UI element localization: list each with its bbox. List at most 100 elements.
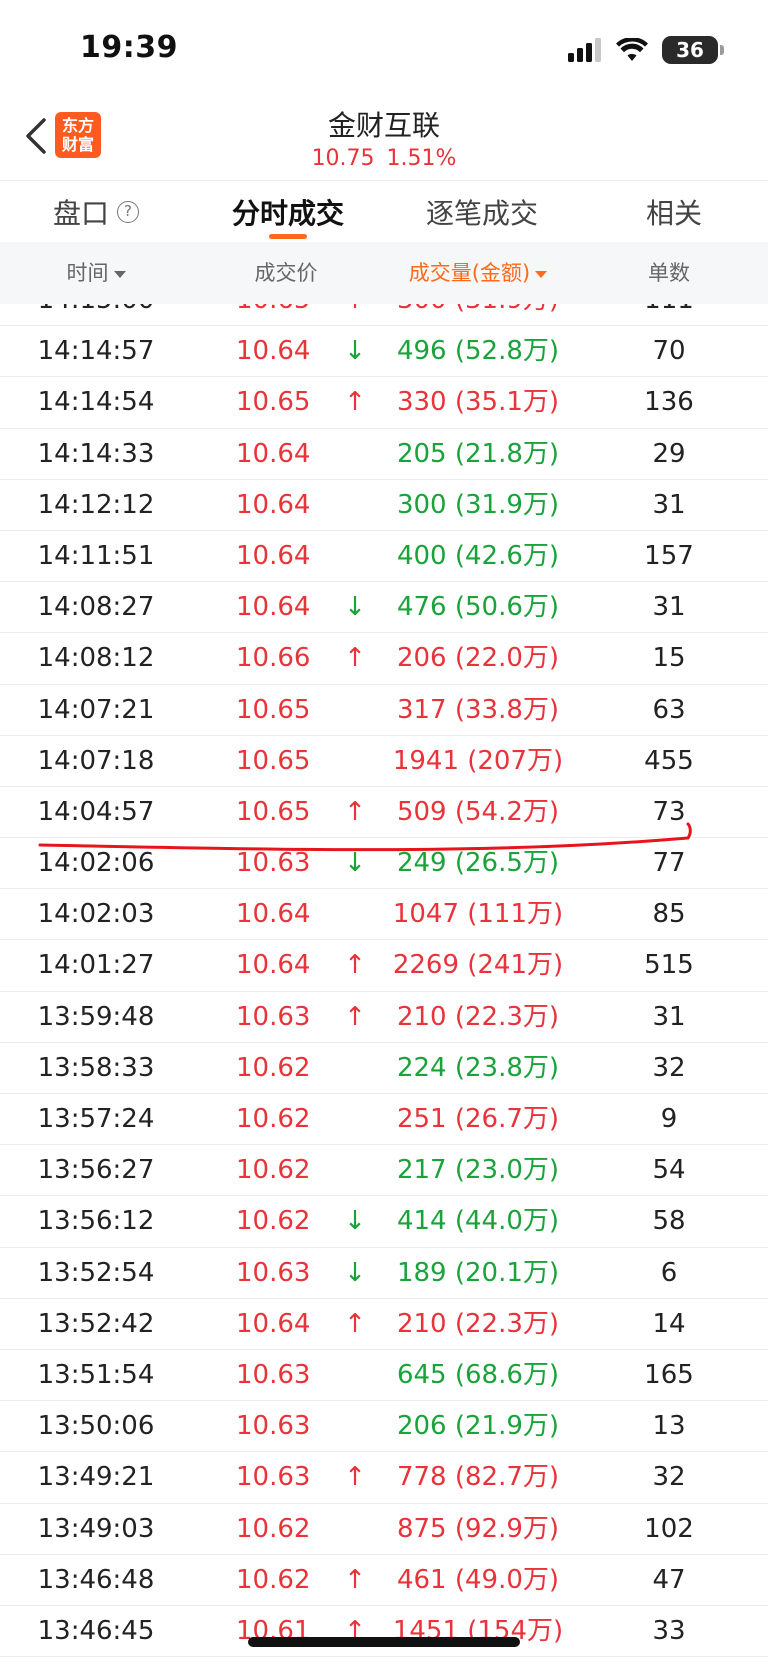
trade-time: 13:58:33 [37,1052,155,1083]
trade-count: 111 [610,304,728,326]
trade-count: 33 [652,1615,686,1646]
trade-volume: 317 (33.8万) [396,694,560,725]
trade-volume: 875 (92.9万) [396,1513,560,1544]
arrow-up-icon [340,736,370,787]
trade-count: 165 [644,1359,694,1390]
column-price-label: 成交价 [254,261,318,285]
nav-header: 东方 财富 金财互联 10.75 1.51% [0,100,768,180]
tab-time-trades-label: 分时成交 [231,197,344,230]
tab-related-label: 相关 [645,197,702,230]
arrow-up-icon [340,1350,370,1401]
tab-pankou[interactable]: 盘口 ? [0,181,192,243]
column-header: 时间 成交价 成交量(金额) 单数 [0,242,768,304]
battery-level: 36 [676,38,704,62]
arrow-up-icon: ↑ [340,304,370,326]
table-row: 13:46:45 10.61 ↑ 1451 (154万) 33 [0,1606,768,1658]
trade-price: 10.64 [236,592,311,623]
arrow-up-icon [340,1504,370,1555]
stock-name: 金财互联 [327,109,440,142]
trade-price: 10.64 [236,1308,311,1339]
trade-time: 13:52:42 [37,1308,155,1339]
table-row: 13:59:48 10.63 ↑ 210 (22.3万) 31 [0,992,768,1043]
tab-related[interactable]: 相关 [580,181,768,243]
trade-time: 13:52:54 [37,1257,155,1288]
trade-time: 14:01:27 [37,950,155,981]
trade-volume: 476 (50.6万) [396,592,560,623]
trade-count: 515 [644,950,694,981]
trade-volume: 249 (26.5万) [396,848,560,879]
trade-count: 157 [644,540,694,571]
arrow-up-icon [340,685,370,736]
trade-volume: 210 (22.3万) [396,1308,560,1339]
trade-time: 13:46:48 [37,1564,155,1595]
trade-time: 14:12:12 [37,489,155,520]
tab-tick-trades-label: 逐笔成交 [425,197,538,230]
trade-list[interactable]: 14:15:0010.65↑300 (31.9万)11114:14:5710.6… [0,304,768,1664]
trade-count: 70 [652,336,686,367]
arrow-up-icon: ↑ [344,950,366,981]
table-row: 14:12:12 10.64 300 (31.9万) 31 [0,480,768,531]
trade-price: 10.63 [236,1411,311,1442]
trade-price: 10.64 [236,489,311,520]
trade-price: 10.64 [236,336,311,367]
trade-price: 10.65 [236,745,311,776]
trade-price: 10.64 [236,899,311,930]
trade-time: 14:15:00 [0,304,192,326]
stock-price: 10.75 [311,146,375,171]
trade-time: 13:56:12 [37,1206,155,1237]
trade-price: 10.62 [236,1155,311,1186]
trade-count: 54 [652,1155,686,1186]
table-row: 13:50:06 10.63 206 (21.9万) 13 [0,1401,768,1453]
table-row: 13:49:21 10.63 ↑ 778 (82.7万) 32 [0,1452,768,1504]
trade-price: 10.66 [236,643,311,674]
table-row: 13:56:12 10.62 ↓ 414 (44.0万) 58 [0,1196,768,1248]
trade-volume: 210 (22.3万) [396,1001,560,1032]
trade-count: 9 [660,1104,678,1134]
trade-volume: 300 (31.9万) [378,304,578,326]
trade-price: 10.61 [236,1615,311,1646]
trade-count: 58 [652,1206,686,1237]
arrow-up-icon: ↑ [344,387,366,418]
table-row: 14:07:18 10.65 1941 (207万) 455 [0,736,768,787]
table-row: 13:57:24 10.62 251 (26.7万) 9 [0,1094,768,1146]
trade-count: 29 [652,438,686,469]
arrow-up-icon: ↑ [344,643,366,674]
trade-price: 10.65 [236,694,311,725]
column-time-sort[interactable]: 时间 [0,242,192,304]
trade-price: 10.63 [236,1001,311,1032]
trade-time: 14:07:21 [37,694,155,725]
table-row: 14:14:54 10.65 ↑ 330 (35.1万) 136 [0,377,768,429]
trade-price: 10.63 [236,848,311,879]
trade-count: 13 [652,1411,686,1442]
trade-count: 47 [652,1564,686,1595]
column-volume-label: 成交量(金额) [408,261,531,285]
trade-volume: 206 (21.9万) [396,1411,560,1442]
trade-time: 13:59:48 [37,1001,155,1032]
table-row: 14:08:12 10.66 ↑ 206 (22.0万) 15 [0,633,768,685]
sort-caret-icon [535,270,548,278]
tab-bar: 盘口 ? 分时成交 逐笔成交 相关 [0,180,768,242]
table-row: 14:02:06 10.63 ↓ 249 (26.5万) 77 [0,838,768,890]
cellular-signal-icon [568,38,601,62]
trade-volume: 496 (52.8万) [396,336,560,367]
trade-count: 31 [652,592,686,623]
column-count: 单数 [610,242,728,304]
table-row: 14:14:57 10.64 ↓ 496 (52.8万) 70 [0,326,768,378]
wifi-icon [616,38,648,61]
arrow-up-icon [340,531,370,582]
trade-time: 13:46:45 [37,1615,155,1646]
arrow-down-icon: ↓ [344,848,366,879]
table-row: 13:51:54 10.63 645 (68.6万) 165 [0,1350,768,1402]
tab-tick-trades[interactable]: 逐笔成交 [384,181,580,243]
arrow-up-icon [340,480,370,531]
trade-price: 10.64 [236,540,311,571]
trade-list-scroll: 14:15:0010.65↑300 (31.9万)11114:14:5710.6… [0,304,768,1658]
home-indicator[interactable] [248,1637,520,1647]
tab-time-trades[interactable]: 分时成交 [192,181,384,243]
trade-count: 85 [652,899,686,930]
arrow-up-icon: ↑ [344,1462,366,1493]
arrow-up-icon: ↑ [344,796,366,827]
column-volume-sort[interactable]: 成交量(金额) [378,242,578,304]
trade-price: 10.63 [236,1257,311,1288]
help-icon[interactable]: ? [117,201,139,223]
